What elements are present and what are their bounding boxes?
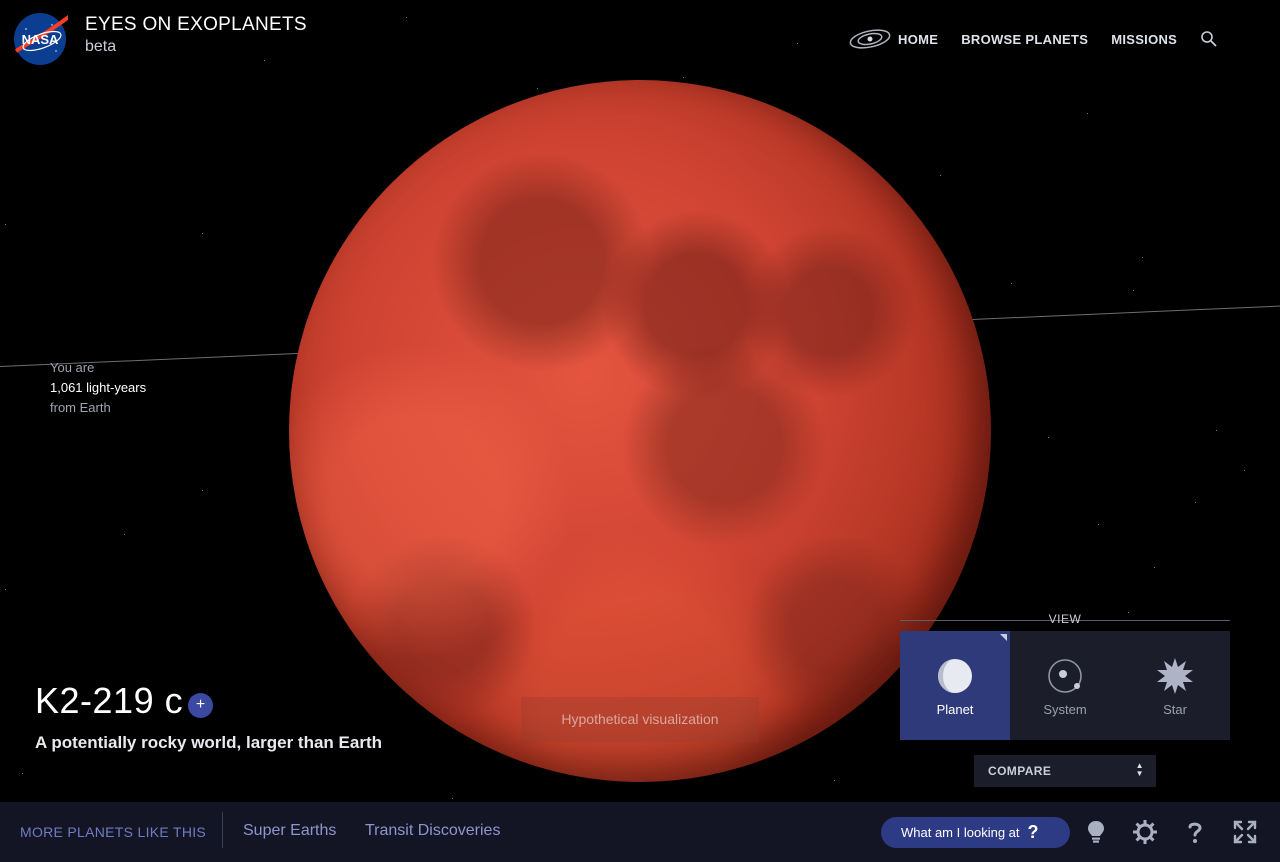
category-transit-discoveries[interactable]: Transit Discoveries <box>365 822 500 840</box>
orbit-line-right <box>972 305 1280 320</box>
star-dot <box>1244 470 1245 471</box>
search-icon[interactable] <box>1200 30 1218 48</box>
view-system-button[interactable]: System <box>1010 631 1120 740</box>
orbit-line-left <box>0 352 300 367</box>
star-dot <box>797 43 798 44</box>
view-star-label: Star <box>1163 702 1187 717</box>
planet-visualization[interactable] <box>289 80 991 782</box>
view-star-button[interactable]: Star <box>1120 631 1230 740</box>
nasa-logo[interactable]: NASA <box>12 11 68 67</box>
corner-indicator <box>1000 634 1007 641</box>
star-dot <box>1195 502 1196 503</box>
nav-home[interactable]: HOME <box>898 32 938 47</box>
star-dot <box>5 589 6 590</box>
star-dot <box>124 534 125 535</box>
star-dot <box>264 60 265 61</box>
star-dot <box>452 798 453 799</box>
star-dot <box>683 77 684 78</box>
view-planet-label: Planet <box>936 702 974 717</box>
star-dot <box>1142 257 1143 258</box>
compare-label: COMPARE <box>988 764 1052 778</box>
nav-missions[interactable]: MISSIONS <box>1111 32 1177 47</box>
fullscreen-icon[interactable] <box>1232 819 1258 845</box>
view-selector: Planet System Star <box>900 631 1230 740</box>
app-stage: NASA EYES ON EXOPLANETS beta HOME BROWSE… <box>0 0 1280 862</box>
star-dot <box>1133 290 1134 291</box>
distance-line-1: You are <box>50 360 95 375</box>
what-label: What am I looking at <box>901 825 1020 840</box>
star-dot <box>22 773 23 774</box>
add-planet-button[interactable]: + <box>188 693 213 718</box>
view-planet-button[interactable]: Planet <box>900 631 1010 740</box>
distance-readout: You are 1,061 light-years from Earth <box>50 358 146 418</box>
visualization-notice: Hypothetical visualization <box>521 697 759 742</box>
lightbulb-icon[interactable] <box>1083 819 1109 845</box>
star-dot <box>5 224 6 225</box>
galaxy-icon[interactable] <box>848 27 892 51</box>
planet-icon <box>938 659 972 693</box>
star-dot <box>1098 524 1099 525</box>
star-dot <box>1048 437 1049 438</box>
planet-tagline: A potentially rocky world, larger than E… <box>35 733 382 752</box>
compare-dropdown[interactable]: COMPARE ▲ ▼ <box>974 755 1156 787</box>
system-icon <box>1048 659 1082 693</box>
star-dot <box>1087 113 1088 114</box>
svg-text:NASA: NASA <box>22 32 59 47</box>
select-arrows-icon: ▲ ▼ <box>1135 761 1144 778</box>
what-am-i-looking-at-button[interactable]: What am I looking at ? <box>881 817 1070 848</box>
settings-icon[interactable] <box>1132 819 1158 845</box>
top-nav: HOME BROWSE PLANETS MISSIONS <box>848 26 1218 52</box>
brand-title[interactable]: EYES ON EXOPLANETS <box>85 14 307 36</box>
star-dot <box>1216 430 1217 431</box>
category-super-earths[interactable]: Super Earths <box>243 822 336 840</box>
star-dot <box>537 88 538 89</box>
star-dot <box>202 233 203 234</box>
star-dot <box>1154 567 1155 568</box>
star-dot <box>940 175 941 176</box>
distance-value: 1,061 light-years <box>50 380 147 395</box>
view-label: VIEW <box>900 612 1230 628</box>
star-dot <box>834 780 835 781</box>
question-mark: ? <box>1027 822 1039 842</box>
star-dot <box>1011 283 1012 284</box>
star-icon <box>1157 658 1193 694</box>
brand-subtitle: beta <box>85 38 117 55</box>
help-icon[interactable] <box>1182 819 1208 845</box>
star-dot <box>406 17 407 18</box>
view-system-label: System <box>1043 702 1087 717</box>
star-dot <box>202 490 203 491</box>
more-planets-label: MORE PLANETS LIKE THIS <box>20 824 207 840</box>
nav-browse-planets[interactable]: BROWSE PLANETS <box>961 32 1088 47</box>
distance-line-3: from Earth <box>50 400 111 415</box>
bottom-divider <box>222 812 223 848</box>
bottom-bar: MORE PLANETS LIKE THIS Super Earths Tran… <box>0 802 1280 862</box>
planet-name: K2-219 c <box>35 680 184 721</box>
